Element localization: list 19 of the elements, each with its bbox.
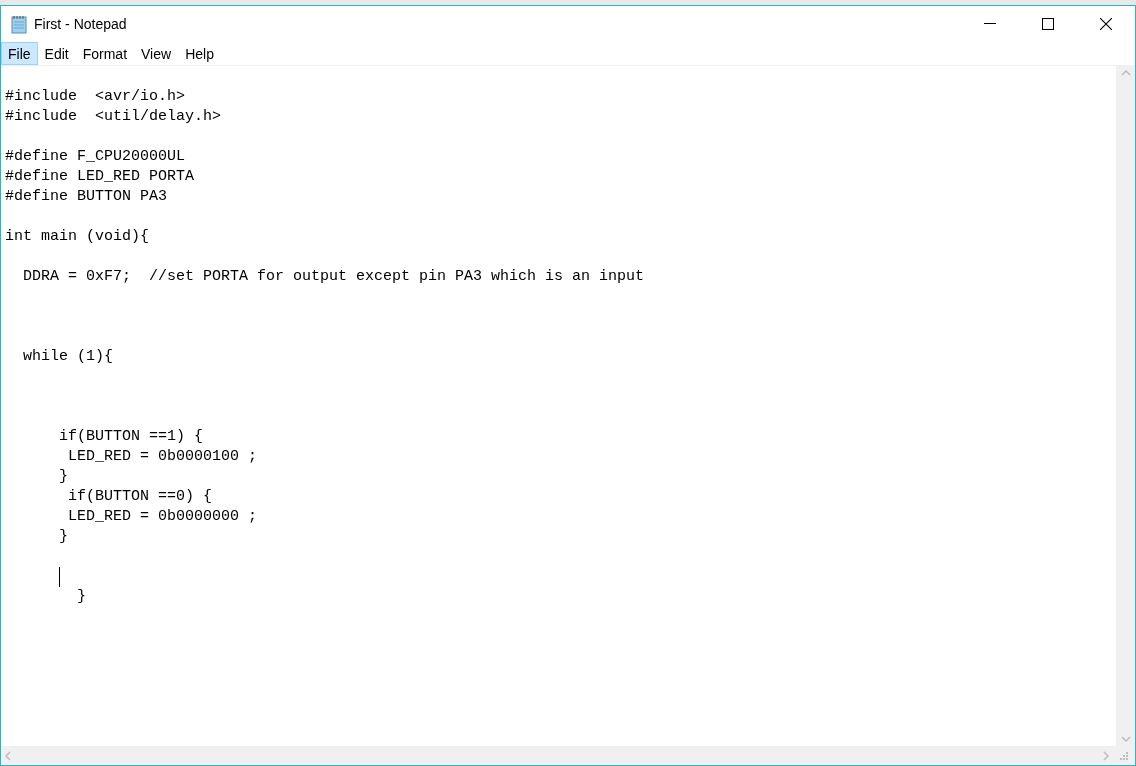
close-icon [1100,18,1112,30]
text-cursor [59,567,60,587]
window-title: First - Notepad [34,16,128,32]
menu-item[interactable]: View [134,42,179,65]
notepad-icon [11,14,28,34]
resize-grip-icon[interactable] [1119,750,1129,761]
horizontal-scrollbar[interactable] [1,746,1135,765]
minimize-icon [984,23,996,25]
scroll-left-icon[interactable] [5,750,11,761]
menu-item[interactable]: Edit [37,42,76,65]
vertical-scrollbar[interactable] [1116,66,1135,746]
scroll-right-icon[interactable] [1103,750,1109,761]
scroll-up-icon[interactable] [1120,70,1131,76]
menu-item[interactable]: Help [178,42,221,65]
menu-item[interactable]: Format [75,42,135,65]
scroll-down-icon[interactable] [1120,736,1131,742]
menu-item[interactable]: File [1,42,38,65]
maximize-icon [1042,18,1054,30]
text-area[interactable]: #include <avr/io.h> #include <util/delay.h> #define F_CPU20000UL #define LED_RED PORTA #define BUTTON PA3 int main (void){ DDRA = 0xF7; //set PORTA for output except pin PA3 which is an input while (1){ if(BUTTON ==1) { LED_RED = 0b0000100 ; } if(BUTTON ==0) { LED_RED = 0b0000000 ; } } [1,66,1116,746]
